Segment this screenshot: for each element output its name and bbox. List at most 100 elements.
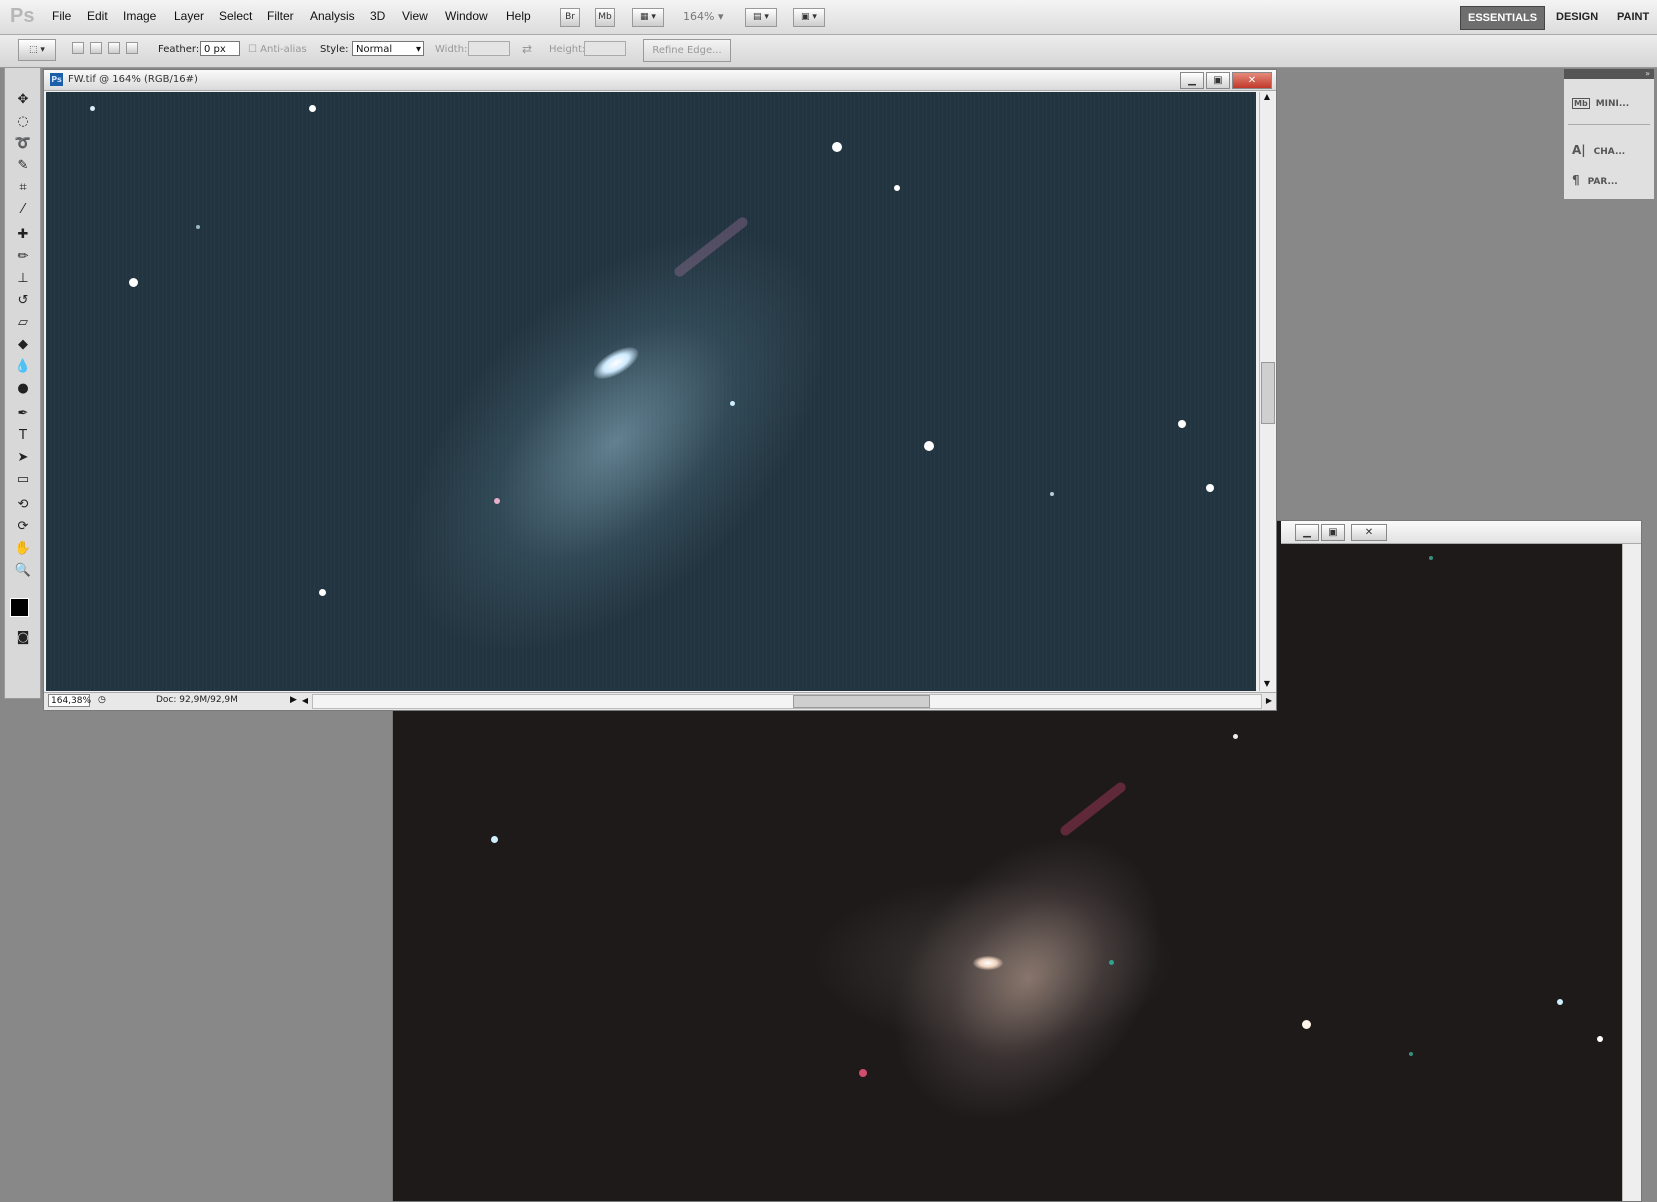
panel-mini-bridge-label: MINI...: [1595, 99, 1630, 109]
menu-bar: Ps File Edit Image Layer Select Filter A…: [0, 0, 1657, 35]
blur-tool-icon[interactable]: 💧: [12, 357, 34, 377]
screen-mode-icon[interactable]: ▣ ▾: [793, 8, 825, 27]
hand-tool-icon[interactable]: ✋: [12, 539, 34, 559]
star: [494, 498, 500, 504]
swap-icon[interactable]: ⇄: [522, 42, 532, 56]
rectangle-tool-icon[interactable]: ▭: [12, 470, 34, 490]
zoom-level-select[interactable]: 164% ▾: [683, 10, 723, 23]
paint-bucket-tool-icon[interactable]: ◆: [12, 335, 34, 355]
height-label: Height:: [549, 44, 586, 55]
type-tool-icon[interactable]: T: [12, 426, 34, 446]
width-input[interactable]: [468, 41, 510, 56]
zoom-tool-icon[interactable]: 🔍: [12, 561, 34, 581]
feather-input[interactable]: 0 px: [200, 41, 240, 56]
close-icon[interactable]: ✕: [1351, 524, 1387, 541]
scroll-down-icon[interactable]: ▼: [1260, 679, 1274, 691]
eraser-tool-icon[interactable]: ▱: [12, 313, 34, 333]
clone-stamp-tool-icon[interactable]: ⊥: [12, 269, 34, 289]
3d-rotate-tool-icon[interactable]: ⟲: [12, 495, 34, 515]
status-options-icon[interactable]: ◷: [98, 695, 106, 705]
document-window-1: Ps FW.tif @ 164% (RGB/16#) ▁ ▣ ✕ ▲ ▼ 164…: [43, 69, 1277, 711]
vertical-scroll-thumb[interactable]: [1261, 362, 1275, 424]
panel-collapse-icon[interactable]: »: [1564, 69, 1654, 79]
path-selection-tool-icon[interactable]: ➤: [12, 448, 34, 468]
panel-character-label: CHA...: [1593, 147, 1626, 157]
brush-tool-icon[interactable]: ✏: [12, 247, 34, 267]
document-1-vertical-scrollbar[interactable]: ▲ ▼: [1259, 92, 1275, 691]
style-value: Normal: [356, 44, 393, 55]
quick-mask-icon[interactable]: ◙: [12, 628, 34, 648]
antialias-checkbox[interactable]: ☐ Anti-alias: [248, 44, 307, 55]
3d-orbit-tool-icon[interactable]: ⟳: [12, 517, 34, 537]
minimize-icon[interactable]: ▁: [1295, 524, 1319, 541]
horizontal-scrollbar[interactable]: [312, 694, 1262, 709]
horizontal-scroll-thumb[interactable]: [793, 695, 930, 708]
menu-help[interactable]: Help: [506, 9, 531, 23]
photoshop-doc-icon: Ps: [50, 73, 63, 86]
minibridge-button[interactable]: Mb: [595, 8, 615, 27]
menu-view[interactable]: View: [402, 9, 428, 23]
galaxy-arm: [1058, 780, 1128, 838]
arrange-documents-icon[interactable]: ▤ ▾: [745, 8, 777, 27]
add-selection-icon[interactable]: [90, 42, 102, 54]
move-tool-icon[interactable]: ✥: [12, 90, 34, 110]
document-zoom-field[interactable]: 164,38%: [48, 694, 91, 707]
document-2-vertical-scrollbar[interactable]: [1622, 544, 1641, 1201]
dodge-tool-icon[interactable]: ●: [12, 379, 34, 399]
refine-edge-button[interactable]: Refine Edge...: [643, 39, 731, 62]
restore-icon[interactable]: ▣: [1321, 524, 1345, 541]
menu-layer[interactable]: Layer: [174, 9, 204, 23]
antialias-label: Anti-alias: [260, 44, 307, 55]
panel-mini-bridge[interactable]: Mb MINI...: [1572, 98, 1630, 109]
healing-brush-tool-icon[interactable]: ✚: [12, 225, 34, 245]
subtract-selection-icon[interactable]: [108, 42, 120, 54]
document-1-title: FW.tif @ 164% (RGB/16#): [68, 74, 198, 85]
document-2-titlebar: ▁ ▣ ✕: [1281, 521, 1641, 544]
foreground-color-swatch[interactable]: [10, 598, 29, 617]
menu-analysis[interactable]: Analysis: [310, 9, 355, 23]
menu-window[interactable]: Window: [445, 9, 488, 23]
close-icon[interactable]: ✕: [1232, 72, 1272, 89]
restore-icon[interactable]: ▣: [1206, 72, 1230, 89]
document-1-titlebar: Ps FW.tif @ 164% (RGB/16#) ▁ ▣ ✕: [44, 70, 1276, 91]
scroll-up-icon[interactable]: ▲: [1260, 92, 1274, 104]
menu-3d[interactable]: 3D: [370, 9, 385, 23]
eyedropper-tool-icon[interactable]: ⁄: [12, 200, 34, 220]
quick-selection-tool-icon[interactable]: ✎: [12, 156, 34, 176]
marquee-preset-icon[interactable]: ⬚ ▾: [18, 39, 56, 61]
view-extras-icon[interactable]: ▦ ▾: [632, 8, 664, 27]
bridge-button[interactable]: Br: [560, 8, 580, 27]
crop-tool-icon[interactable]: ⌗: [12, 178, 34, 198]
lasso-tool-icon[interactable]: ➰: [12, 134, 34, 154]
menu-file[interactable]: File: [52, 9, 71, 23]
scroll-right-icon[interactable]: ▶: [1264, 694, 1274, 707]
intersect-selection-icon[interactable]: [126, 42, 138, 54]
options-bar: ⬚ ▾ Feather: 0 px ☐ Anti-alias Style: No…: [0, 35, 1657, 68]
pen-tool-icon[interactable]: ✒: [12, 404, 34, 424]
height-input[interactable]: [584, 41, 626, 56]
panel-character[interactable]: A| CHA...: [1572, 143, 1625, 157]
minimize-icon[interactable]: ▁: [1180, 72, 1204, 89]
workspace-paint[interactable]: PAINT: [1610, 6, 1656, 28]
star: [1409, 1052, 1413, 1056]
star: [309, 105, 316, 112]
menu-filter[interactable]: Filter: [267, 9, 294, 23]
status-menu-arrow-icon[interactable]: ▶: [290, 695, 297, 705]
document-1-statusbar: 164,38% ◷ Doc: 92,9M/92,9M ▶ ◀ ▶: [44, 692, 1276, 710]
new-selection-icon[interactable]: [72, 42, 84, 54]
menu-image[interactable]: Image: [123, 9, 156, 23]
panel-paragraph[interactable]: ¶ PAR...: [1572, 173, 1618, 187]
workspace-essentials[interactable]: ESSENTIALS: [1460, 6, 1546, 30]
style-select[interactable]: Normal ▾: [352, 41, 424, 56]
star: [1597, 1036, 1603, 1042]
menu-edit[interactable]: Edit: [87, 9, 108, 23]
star: [1302, 1020, 1311, 1029]
history-brush-tool-icon[interactable]: ↺: [12, 291, 34, 311]
document-size-info: Doc: 92,9M/92,9M: [156, 695, 238, 705]
star: [832, 142, 842, 152]
menu-select[interactable]: Select: [219, 9, 252, 23]
star: [90, 106, 95, 111]
scroll-left-icon[interactable]: ◀: [300, 694, 310, 707]
workspace-design[interactable]: DESIGN: [1549, 6, 1605, 28]
marquee-tool-icon[interactable]: ◌: [12, 112, 34, 132]
